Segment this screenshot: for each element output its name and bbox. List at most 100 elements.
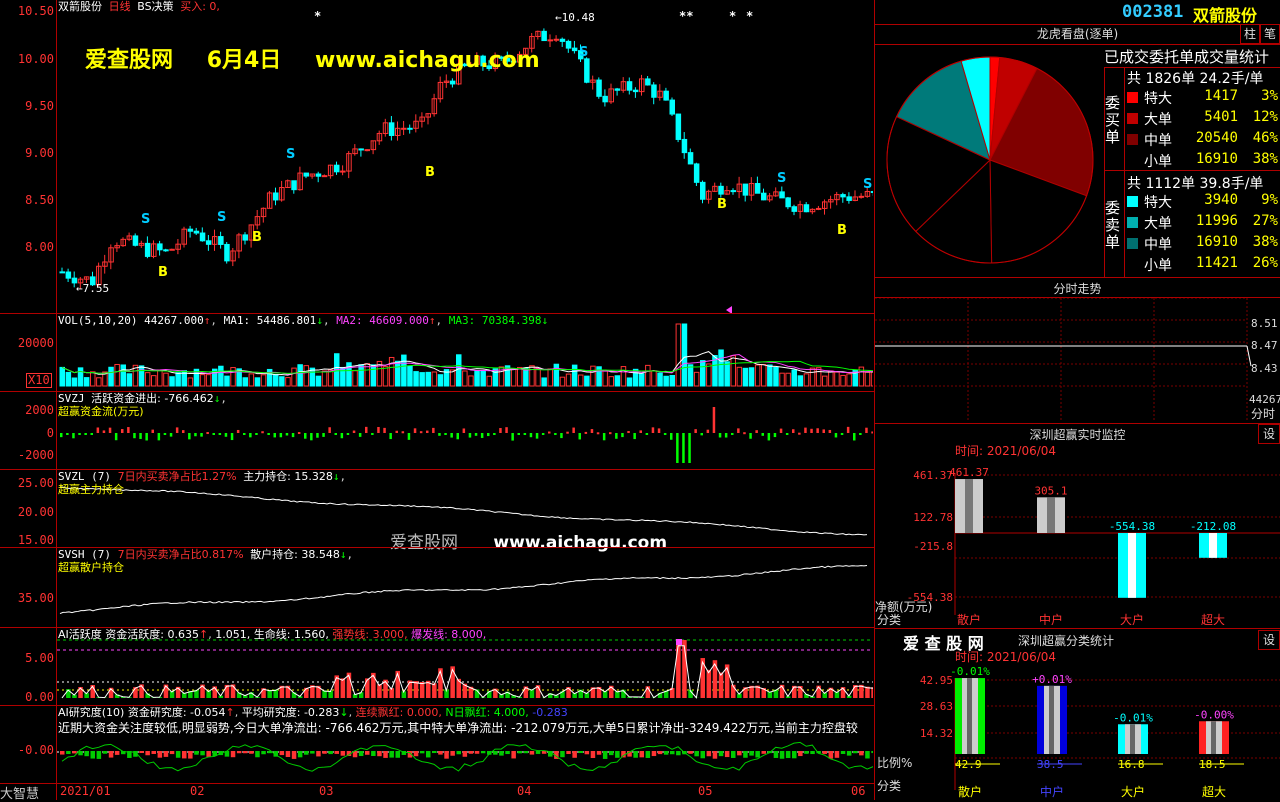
svzl-subtitle: 超赢主力持仓 <box>58 483 124 496</box>
buy-label: 买入: 0, <box>180 0 220 13</box>
candle-body <box>694 164 699 182</box>
order-pct: 38% <box>1253 234 1278 250</box>
research-bar <box>457 751 462 754</box>
fund-flow-bar <box>463 428 466 433</box>
buy-signal: B <box>425 165 435 180</box>
candle-body <box>627 82 632 90</box>
research-bar <box>676 751 681 755</box>
sep-svzj <box>0 469 874 470</box>
monitor-bar-shade <box>1047 497 1055 533</box>
fenshi-label: 分时 <box>1251 408 1275 421</box>
monitor-settings-button[interactable]: 设 <box>1258 424 1280 444</box>
sep-r4 <box>875 423 1280 424</box>
intraday-chart[interactable] <box>875 298 1280 422</box>
buy-side-label: 委买单 <box>1105 95 1122 146</box>
research-bar <box>164 751 169 757</box>
svzl-y-0: 25.00 <box>2 476 54 490</box>
fund-flow-bar <box>670 433 673 440</box>
fenshi-title: 分时走势 <box>875 280 1280 297</box>
candle-body <box>780 192 785 198</box>
order-type: 中单 <box>1144 130 1172 150</box>
research-bar <box>304 751 309 755</box>
candle-body <box>676 114 681 139</box>
stat-settings-button[interactable]: 设 <box>1258 630 1280 650</box>
fund-flow-bar <box>237 430 240 433</box>
stat-change: +0.01% <box>1032 673 1072 686</box>
research-bar <box>341 751 346 756</box>
research-bar <box>871 751 873 753</box>
kline-y-1: 10.00 <box>2 52 54 66</box>
longhu-title: 龙虎看盘(逐单) <box>875 25 1280 42</box>
buy-signal: B <box>158 265 168 280</box>
candle-body <box>816 208 821 209</box>
research-bar <box>365 751 370 755</box>
candle-body <box>804 205 809 212</box>
fund-flow-bar <box>188 433 191 439</box>
fund-flow-bar <box>640 430 643 433</box>
vol-legend: VOL(5,10,20) 44267.000↑, MA1: 54486.801↓… <box>58 314 548 327</box>
candle-body <box>560 39 565 41</box>
vol-unit: X10 <box>26 373 52 388</box>
volume-bar <box>676 324 681 386</box>
stat-value: 18.5 <box>1199 758 1226 771</box>
candle-body <box>548 40 553 41</box>
candle-body <box>335 165 340 172</box>
fund-flow-bar <box>780 429 783 433</box>
ai-research-comment: 近期大资金关注度较低,明显弱势,今日大单净流出: -766.462万元,其中特大… <box>58 722 873 735</box>
volume-bar <box>603 371 608 386</box>
pen-toggle-button[interactable]: 笔 <box>1260 24 1280 44</box>
star-mark: * <box>729 9 736 23</box>
fund-flow-bar <box>810 429 813 433</box>
volume-bar <box>139 366 144 386</box>
fund-flow-bar <box>871 431 873 433</box>
monitor-category: 散户 <box>957 612 981 625</box>
fund-flow-bar <box>701 433 704 435</box>
sell-signal: S <box>217 210 226 225</box>
research-bar <box>194 751 199 755</box>
svzj-y-0: 2000 <box>2 403 54 417</box>
active-bar <box>743 687 748 698</box>
volume-bar <box>60 367 65 386</box>
svzl-hold: 主力持仓: 15.328 <box>243 470 333 483</box>
fund-flow-bar <box>347 433 350 435</box>
fund-flow-bar <box>365 427 368 433</box>
ai-active-v2: 1.051, <box>215 628 250 641</box>
fund-flow-bar <box>97 427 100 433</box>
research-bar <box>664 751 669 755</box>
volume-bar <box>658 373 663 386</box>
volume-bar <box>524 368 529 386</box>
fund-flow-bar <box>280 433 283 437</box>
kline-y-4: 8.50 <box>2 193 54 207</box>
stat-unit: 比例% <box>877 757 912 770</box>
volume-bar <box>389 357 394 386</box>
fund-flow-bar <box>511 433 514 441</box>
research-bar <box>823 751 828 754</box>
fund-flow-bar <box>152 430 155 433</box>
stat-bar-core <box>967 678 972 754</box>
research-bar <box>328 751 333 754</box>
candle-body <box>164 250 169 251</box>
volume-bar <box>243 378 248 386</box>
active-bar <box>792 686 797 698</box>
candle-body <box>682 139 687 152</box>
fund-flow-bar <box>652 427 655 433</box>
research-bar <box>591 751 596 758</box>
volume-bar <box>871 372 873 386</box>
candle-body <box>145 243 150 256</box>
active-bar <box>871 687 873 698</box>
volume-bar <box>176 373 181 386</box>
research-bar <box>615 751 620 758</box>
monitor-cat: 分类 <box>877 614 901 627</box>
volume-bar <box>731 356 736 386</box>
fund-flow-bar <box>487 433 490 436</box>
fund-flow-bar <box>609 432 612 434</box>
sep-ai2 <box>0 783 874 784</box>
volume-bar <box>865 372 870 386</box>
research-bar <box>585 751 590 754</box>
bar-toggle-button[interactable]: 柱 <box>1240 24 1260 44</box>
vol-ma2: MA2: 46609.000 <box>336 314 429 327</box>
svzj-title: 活跃资金进出: -766.462 <box>91 392 214 405</box>
color-swatch <box>1127 155 1138 166</box>
fund-flow-bar <box>200 433 203 437</box>
buy-total: 共 1826单 24.2手/单 <box>1127 68 1263 88</box>
